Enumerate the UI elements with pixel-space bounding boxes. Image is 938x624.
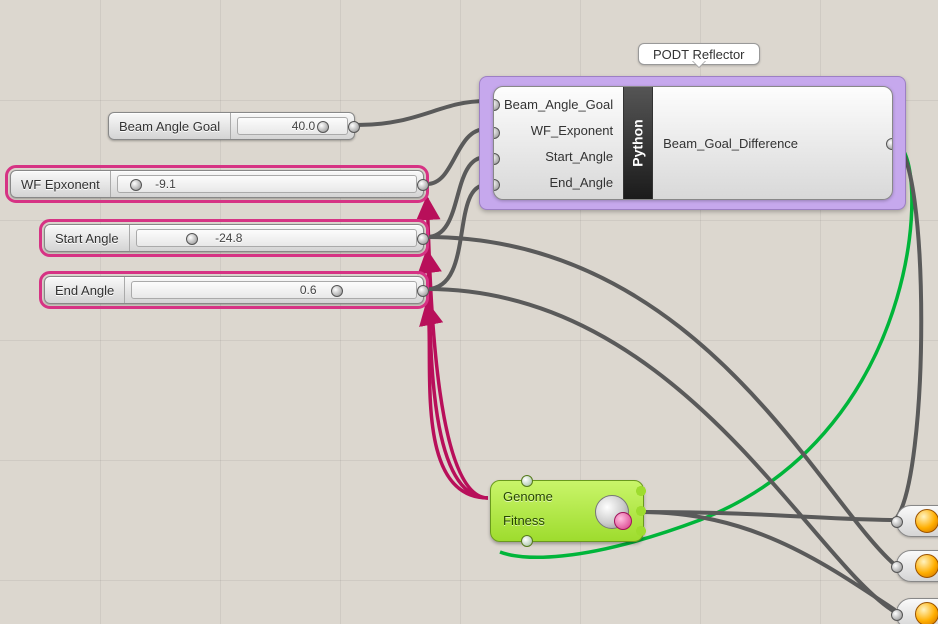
python-input-beam-angle-goal[interactable]: Beam_Angle_Goal [504,97,613,112]
slider-handle-icon[interactable] [331,285,343,297]
output-port[interactable] [348,121,360,133]
slider-start-angle[interactable]: Start Angle -24.8 [44,224,424,252]
slider-label: Beam Angle Goal [109,113,231,139]
input-port[interactable] [891,561,903,573]
python-input-end-angle[interactable]: End_Angle [504,175,613,190]
slider-track[interactable]: 0.6 [131,281,417,299]
slider-handle-icon[interactable] [317,121,329,133]
grasshopper-canvas[interactable]: { "sliders": { "beam_angle_goal": { "lab… [0,0,938,624]
fitness-port[interactable] [521,535,533,547]
slider-beam-angle-goal[interactable]: Beam Angle Goal 40.0 [108,112,355,140]
slider-handle-icon[interactable] [186,233,198,245]
slider-track[interactable]: 40.0 [237,117,348,135]
output-port[interactable] [417,233,429,245]
data-orb-icon [915,554,938,578]
slider-end-angle[interactable]: End Angle 0.6 [44,276,424,304]
genome-port[interactable] [521,475,533,487]
python-component[interactable]: Beam_Angle_Goal WF_Exponent Start_Angle … [493,86,893,200]
input-port[interactable] [891,516,903,528]
group-title-label: PODT Reflector [638,43,760,65]
data-param-2[interactable] [896,550,938,582]
python-input-wf-exponent[interactable]: WF_Exponent [504,123,613,138]
slider-label: WF Epxonent [11,171,111,197]
slider-label: Start Angle [45,225,130,251]
data-param-1[interactable] [896,505,938,537]
galapagos-genome-label[interactable]: Genome [503,489,553,504]
input-port[interactable] [891,609,903,621]
data-param-3[interactable] [896,598,938,624]
python-outputs: Beam_Goal_Difference [653,87,808,199]
galapagos-solver[interactable]: Genome Fitness [490,480,644,542]
galapagos-fitness-label[interactable]: Fitness [503,513,545,528]
data-orb-icon [915,602,938,624]
slider-value: -24.8 [215,231,242,245]
data-orb-icon [915,509,938,533]
python-input-start-angle[interactable]: Start_Angle [504,149,613,164]
slider-value: -9.1 [155,177,176,191]
slider-value: 40.0 [292,119,315,133]
slider-value: 0.6 [300,283,317,297]
python-output-beam-goal-difference[interactable]: Beam_Goal_Difference [663,136,798,151]
python-name-tab: Python [623,87,653,199]
group-title-text: PODT Reflector [653,47,745,62]
python-name-label: Python [630,119,646,166]
slider-label: End Angle [45,277,125,303]
slider-wf-exponent[interactable]: WF Epxonent -9.1 [10,170,424,198]
slider-handle-icon[interactable] [130,179,142,191]
output-port[interactable] [886,138,893,150]
python-inputs: Beam_Angle_Goal WF_Exponent Start_Angle … [494,87,623,199]
slider-track[interactable]: -9.1 [117,175,417,193]
output-port[interactable] [417,179,429,191]
galapagos-icon [595,495,629,529]
slider-track[interactable]: -24.8 [136,229,417,247]
output-port[interactable] [417,285,429,297]
